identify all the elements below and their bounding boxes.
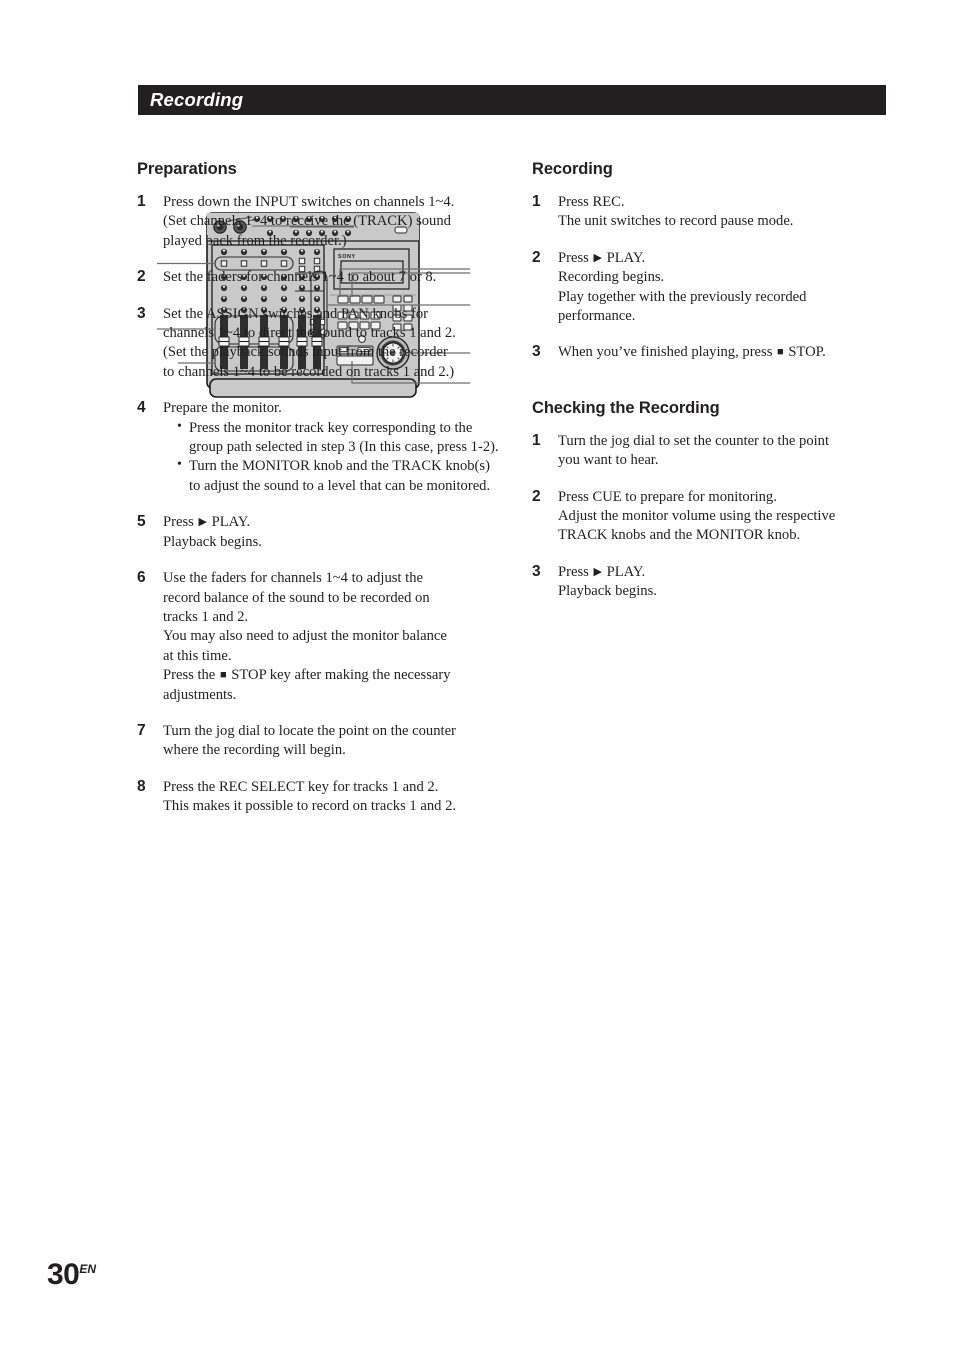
step-number: 2	[532, 487, 541, 505]
step-line: (Set the playback sounds input from the …	[163, 344, 448, 361]
step-line: Turn the jog dial to locate the point on…	[163, 722, 456, 739]
step-line: Press down the INPUT switches on channel…	[163, 194, 455, 210]
checking-recording-heading: Checking the Recording	[532, 398, 720, 417]
step-line: Set the ASSIGN switches and PAN knobs fo…	[163, 305, 428, 322]
step-body: Set the ASSIGN switches and PAN knobs fo…	[163, 305, 502, 383]
step-line: You may also need to adjust the monitor …	[163, 628, 447, 645]
step-line: Turn the jog dial to set the counter to …	[558, 432, 830, 449]
step-line: This makes it possible to record on trac…	[163, 798, 457, 815]
step-number: 6	[137, 569, 146, 587]
page-number: 30EN	[47, 1258, 96, 1292]
checking-step-2: 2 Press CUE to prepare for monitoring. Adj…	[532, 488, 887, 546]
step-number: 3	[532, 562, 541, 580]
step-body: Turn the jog dial to set the counter to …	[558, 432, 887, 471]
step-line: Press ▶ PLAY.	[558, 249, 646, 266]
preparations-step-6: 6 Use the faders for channels 1~4 to adju…	[137, 569, 502, 705]
step-number: 4	[137, 399, 146, 417]
step-number: 7	[137, 721, 146, 739]
play-icon: ▶	[198, 516, 207, 529]
step-bullet: Turn the MONITOR knob and the TRACK knob…	[177, 456, 502, 496]
step-body: Use the faders for channels 1~4 to adjus…	[163, 569, 502, 705]
checking-step-3: 3 Press ▶ PLAY. Playback begins.	[532, 563, 887, 602]
step-number: 2	[137, 268, 146, 286]
step-line: to channels 1~4 to be recorded on tracks…	[163, 363, 455, 380]
step-line: Playback begins.	[558, 583, 657, 600]
preparations-heading: Preparations	[137, 160, 237, 178]
play-icon: ▶	[593, 251, 602, 264]
step-line: (Set channels 1~4 to receive the (TRACK)…	[163, 213, 451, 230]
step-body: Press ▶ PLAY. Recording begins. Play toget…	[558, 249, 887, 327]
step-line: TRACK knobs and the MONITOR knob.	[558, 527, 801, 544]
step-number: 3	[532, 343, 541, 361]
step-body: Turn the jog dial to locate the point on…	[163, 722, 502, 761]
step-number: 1	[532, 431, 541, 449]
step-number: 2	[532, 248, 541, 266]
step-line: Press ▶ PLAY.	[163, 514, 251, 531]
step-number: 1	[532, 193, 541, 210]
step-line: Playback begins.	[163, 533, 262, 550]
preparations-step-4: 4 Prepare the monitor.Press the monitor t…	[137, 399, 502, 496]
stop-icon: ■	[777, 346, 784, 359]
left-text-column: Preparations 1 Press down the INPUT switc…	[137, 160, 502, 834]
play-icon: ▶	[593, 565, 602, 578]
step-body: Press ▶ PLAY. Playback begins.	[558, 563, 887, 602]
step-line: Adjust the monitor volume using the resp…	[558, 508, 836, 525]
step-body: Press down the INPUT switches on channel…	[163, 193, 502, 251]
step-line: Press the REC SELECT key for tracks 1 an…	[163, 778, 439, 795]
preparations-step-list: 1 Press down the INPUT switches on channe…	[137, 193, 502, 817]
checking-recording-step-list: 1 Turn the jog dial to set the counter to…	[532, 432, 887, 602]
step-number: 1	[137, 193, 146, 210]
chapter-header-bar: Recording	[138, 85, 886, 115]
step-line: Press ▶ PLAY.	[558, 563, 646, 580]
stop-icon: ■	[219, 669, 227, 682]
step-body: Press CUE to prepare for monitoring. Adju…	[558, 488, 887, 546]
preparations-step-5: 5 Press ▶ PLAY. Playback begins.	[137, 513, 502, 552]
preparations-step-8: 8 Press the REC SELECT key for tracks 1 a…	[137, 778, 502, 817]
step-line: performance.	[558, 308, 636, 325]
preparations-step-7: 7 Turn the jog dial to locate the point o…	[137, 722, 502, 761]
recording-step-1: 1 Press REC. The unit switches to record p…	[532, 193, 887, 232]
preparations-step-1: 1 Press down the INPUT switches on channe…	[137, 193, 502, 251]
step-bullet-list: Press the monitor track key correspondin…	[163, 418, 502, 497]
step-line: where the recording will begin.	[163, 742, 346, 759]
step-body: When you’ve finished playing, press ■ ST…	[558, 343, 887, 362]
step-body: Set the faders for channels 1~4 to about…	[163, 268, 502, 287]
step-bullet: Press the monitor track key correspondin…	[177, 418, 502, 458]
step-number: 3	[137, 304, 146, 322]
recording-step-2: 2 Press ▶ PLAY. Recording begins. Play toge…	[532, 249, 887, 327]
step-line: Press REC.	[558, 194, 625, 210]
step-line: Play together with the previously record…	[558, 288, 807, 305]
step-line: Press the ■ STOP key after making the ne…	[163, 667, 451, 703]
step-line: channels 1~4 to direct the sound to trac…	[163, 325, 456, 342]
step-line: Use the faders for channels 1~4 to adjus…	[163, 570, 423, 587]
step-line: played back from the recorder.)	[163, 232, 347, 249]
step-line: tracks 1 and 2.	[163, 608, 249, 625]
step-line: Press CUE to prepare for monitoring.	[558, 488, 777, 505]
step-line: record balance of the sound to be record…	[163, 589, 430, 606]
step-body: Press REC. The unit switches to record pa…	[558, 193, 887, 232]
step-number: 5	[137, 513, 146, 531]
recording-heading: Recording	[532, 160, 613, 178]
step-line: When you’ve finished playing, press ■ ST…	[558, 344, 826, 361]
step-line: Prepare the monitor.	[163, 400, 282, 417]
recording-step-list: 1 Press REC. The unit switches to record p…	[532, 193, 887, 363]
step-body: Prepare the monitor.Press the monitor tr…	[163, 399, 502, 496]
step-line: Set the faders for channels 1~4 to about…	[163, 269, 437, 286]
page-number-locale: EN	[79, 1262, 97, 1276]
step-line: Recording begins.	[558, 269, 665, 286]
step-body: Press the REC SELECT key for tracks 1 an…	[163, 778, 502, 817]
step-line: The unit switches to record pause mode.	[558, 213, 794, 230]
preparations-step-2: 2 Set the faders for channels 1~4 to abou…	[137, 268, 502, 287]
step-number: 8	[137, 777, 146, 795]
page-number-value: 30	[47, 1258, 80, 1291]
preparations-step-3: 3 Set the ASSIGN switches and PAN knobs f…	[137, 305, 502, 383]
chapter-title: Recording	[150, 89, 244, 110]
checking-step-1: 1 Turn the jog dial to set the counter to…	[532, 432, 887, 471]
step-body: Press ▶ PLAY. Playback begins.	[163, 513, 502, 552]
step-line: you want to hear.	[558, 452, 659, 469]
step-line: at this time.	[163, 647, 232, 664]
recording-step-3: 3 When you’ve finished playing, press ■ S…	[532, 343, 887, 362]
right-text-column: Recording 1 Press REC. The unit switches t…	[532, 160, 887, 619]
